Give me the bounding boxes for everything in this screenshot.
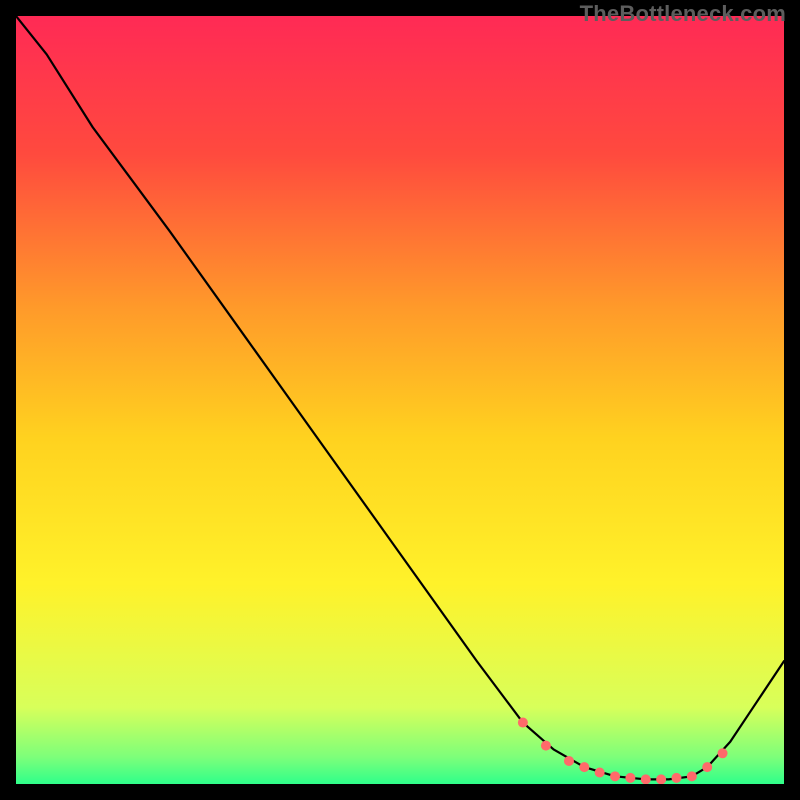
curve-marker [718, 748, 728, 758]
curve-marker [541, 741, 551, 751]
curve-marker [595, 767, 605, 777]
plot-area [16, 16, 784, 784]
curve-marker [641, 774, 651, 784]
curve-marker [625, 773, 635, 783]
curve-marker [671, 773, 681, 783]
chart-svg [16, 16, 784, 784]
curve-marker [579, 762, 589, 772]
curve-marker [518, 718, 528, 728]
curve-marker [564, 756, 574, 766]
curve-marker [687, 771, 697, 781]
chart-frame: TheBottleneck.com [0, 0, 800, 800]
curve-marker [702, 762, 712, 772]
gradient-background [16, 16, 784, 784]
watermark-label: TheBottleneck.com [580, 1, 786, 27]
curve-marker [656, 774, 666, 784]
curve-marker [610, 771, 620, 781]
